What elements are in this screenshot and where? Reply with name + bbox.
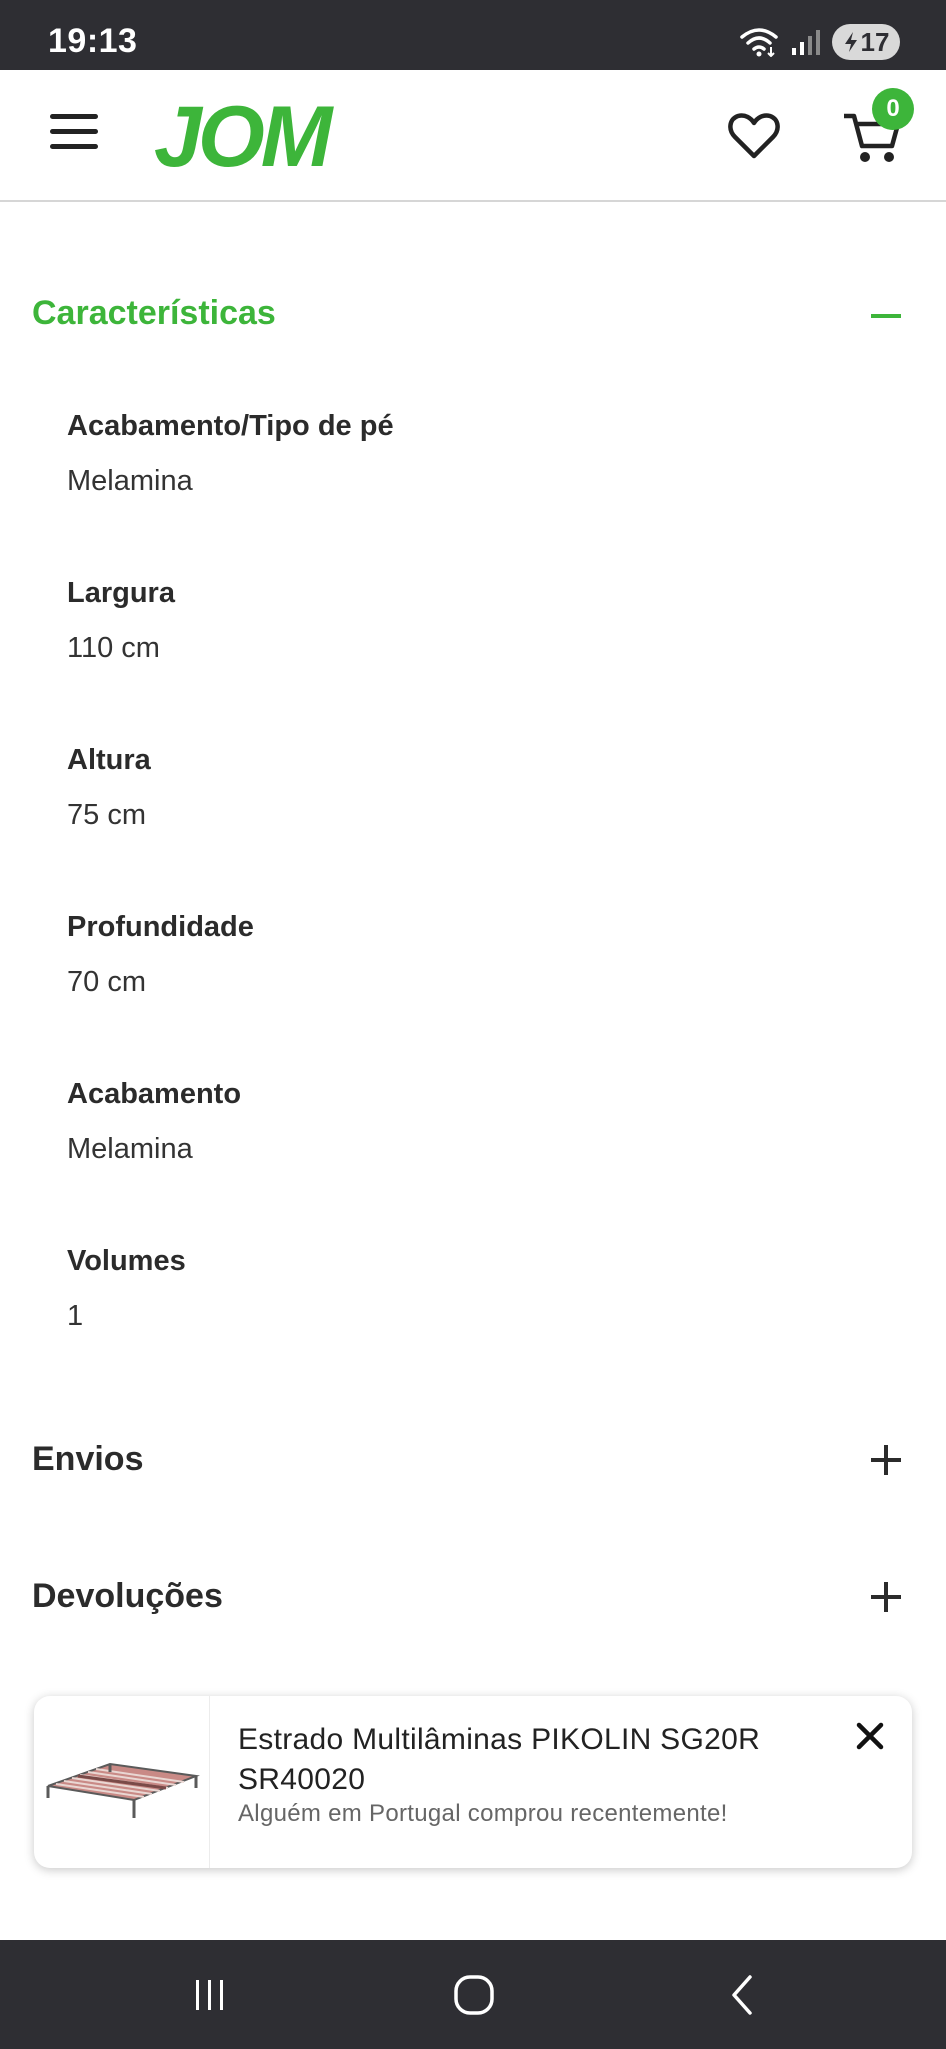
- spec-label: Volumes: [67, 1245, 186, 1277]
- spec-label: Acabamento: [67, 1078, 242, 1110]
- bed-frame-image: [46, 1762, 200, 1818]
- wishlist-button[interactable]: [726, 110, 782, 162]
- plus-icon: [871, 1445, 901, 1475]
- spec-item: Acabamento Melamina: [67, 1078, 241, 1166]
- back-icon: [732, 1975, 752, 2015]
- spec-value: 75 cm: [67, 799, 146, 831]
- toast-product-title[interactable]: Estrado Multilâminas PIKOLIN SG20R SR400…: [238, 1720, 798, 1800]
- spec-item: Volumes 1: [67, 1245, 186, 1333]
- cart-count-badge: 0: [872, 88, 914, 130]
- status-time: 19:13: [48, 22, 138, 60]
- spec-value: Melamina: [67, 465, 193, 497]
- spec-value: 1: [67, 1300, 84, 1332]
- signal-icon: [792, 30, 820, 55]
- home-icon: [454, 1975, 494, 2015]
- spec-value: Melamina: [67, 1133, 193, 1165]
- back-button[interactable]: [712, 1970, 772, 2020]
- returns-title[interactable]: Devoluções: [32, 1577, 223, 1616]
- menu-button[interactable]: [50, 114, 102, 154]
- minus-icon: [871, 314, 901, 318]
- battery-icon: 17: [832, 24, 900, 60]
- system-nav-bar: [0, 1940, 946, 2049]
- spec-item: Largura 110 cm: [67, 577, 175, 665]
- recent-purchase-toast[interactable]: Estrado Multilâminas PIKOLIN SG20R SR400…: [34, 1696, 912, 1868]
- spec-value: 110 cm: [67, 632, 160, 664]
- battery-level: 17: [860, 26, 890, 57]
- characteristics-title[interactable]: Características: [32, 294, 276, 333]
- expand-returns-button[interactable]: [866, 1577, 906, 1617]
- status-bar: 19:13 17: [0, 0, 946, 70]
- app-header: JOM 0: [0, 70, 946, 202]
- heart-icon: [728, 113, 780, 159]
- spec-item: Altura 75 cm: [67, 744, 151, 832]
- recent-apps-button[interactable]: [180, 1970, 240, 2020]
- status-icons: 17: [740, 22, 900, 62]
- expand-shipping-button[interactable]: [866, 1440, 906, 1480]
- spec-item: Profundidade 70 cm: [67, 911, 254, 999]
- plus-icon: [871, 1582, 901, 1612]
- spec-value: 70 cm: [67, 966, 146, 998]
- spec-label: Acabamento/Tipo de pé: [67, 410, 394, 442]
- spec-label: Profundidade: [67, 911, 254, 943]
- shipping-title[interactable]: Envios: [32, 1440, 143, 1479]
- collapse-characteristics-button[interactable]: [866, 296, 906, 336]
- toast-subtitle: Alguém em Portugal comprou recentemente!: [238, 1800, 728, 1827]
- spec-label: Altura: [67, 744, 151, 776]
- wifi-icon: [740, 28, 778, 57]
- menu-icon: [50, 114, 98, 119]
- close-icon: [856, 1722, 884, 1750]
- close-toast-button[interactable]: [850, 1716, 890, 1756]
- spec-item: Acabamento/Tipo de pé Melamina: [67, 410, 394, 498]
- jom-logo[interactable]: JOM: [154, 94, 332, 180]
- product-thumbnail: [34, 1696, 210, 1868]
- home-button[interactable]: [444, 1970, 504, 2020]
- spec-label: Largura: [67, 577, 175, 609]
- recent-apps-icon: [196, 1980, 223, 2010]
